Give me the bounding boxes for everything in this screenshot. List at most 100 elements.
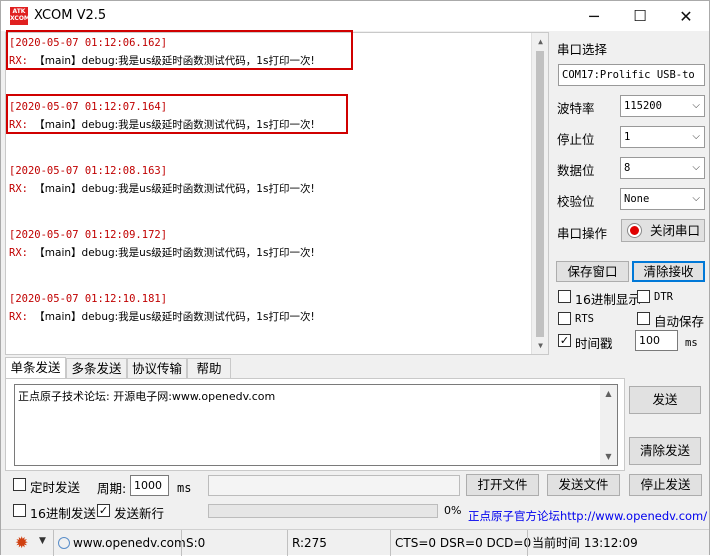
app-logo: ATK XCOM	[10, 7, 30, 25]
receive-timestamp: [2020-05-07 01:12:08.163]	[9, 165, 168, 177]
status-current-time: 当前时间 13:12:09	[527, 530, 707, 556]
status-received: R:275	[287, 530, 389, 556]
timestamp-label: 时间戳	[575, 336, 613, 351]
logo-text-top: ATK	[12, 8, 26, 15]
close-port-button[interactable]: 关闭串口	[621, 219, 705, 242]
receive-scrollbar[interactable]: ▲ ▼	[531, 33, 548, 354]
stop-send-button[interactable]: 停止发送	[629, 474, 702, 496]
receive-line: RX: 【main】debug:我是us级延时函数测试代码，1s打印一次!	[9, 309, 315, 324]
window-title: XCOM V2.5	[34, 8, 107, 23]
send-file-button[interactable]: 发送文件	[547, 474, 620, 496]
file-path-input[interactable]	[208, 475, 460, 496]
rts-checkbox[interactable]	[558, 312, 571, 325]
scroll-up-icon[interactable]: ▲	[600, 385, 617, 402]
status-bar: ✹ ▼ www.openedv.com S:0 R:275 CTS=0 DSR=…	[1, 529, 709, 556]
databits-label: 数据位	[557, 163, 595, 178]
title-bar: ATK XCOM XCOM V2.5 ─ ☐ ✕	[1, 1, 709, 31]
rx-prefix: RX:	[9, 247, 28, 259]
hex-send-label: 16进制发送	[30, 506, 96, 521]
timestamp-unit: ms	[685, 337, 698, 349]
baud-label: 波特率	[557, 101, 595, 116]
receive-timestamp: [2020-05-07 01:12:09.172]	[9, 229, 168, 241]
stopbits-label: 停止位	[557, 132, 595, 147]
clear-send-button[interactable]: 清除发送	[629, 437, 701, 465]
highlight-box	[6, 94, 348, 134]
hex-display-checkbox[interactable]	[558, 290, 571, 303]
stopbits-value: 1	[624, 131, 631, 143]
send-textarea[interactable]: 正点原子技术论坛: 开源电子网:www.openedv.com ▲ ▼	[14, 384, 618, 466]
minimize-button[interactable]: ─	[571, 1, 617, 31]
send-newline-label: 发送新行	[114, 506, 165, 521]
chevron-down-icon[interactable]: ▼	[39, 536, 46, 546]
stopbits-select[interactable]: 1 ⌵	[620, 126, 705, 148]
website-text: www.openedv.com	[73, 536, 186, 550]
receive-area[interactable]: [2020-05-07 01:12:06.162] RX: 【main】debu…	[5, 30, 549, 355]
port-value: COM17:Prolific USB-to	[562, 69, 695, 81]
globe-icon	[58, 537, 70, 549]
parity-value: None	[624, 193, 650, 205]
receive-line: RX: 【main】debug:我是us级延时函数测试代码，1s打印一次!	[9, 245, 315, 260]
port-status-icon	[628, 224, 641, 237]
maximize-button[interactable]: ☐	[617, 1, 663, 31]
receive-message: 【main】debug:我是us级延时函数测试代码，1s打印一次!	[34, 247, 315, 259]
databits-select[interactable]: 8 ⌵	[620, 157, 705, 179]
xcom-window: ATK XCOM XCOM V2.5 ─ ☐ ✕ [2020-05-07 01:1…	[0, 0, 710, 556]
autosave-checkbox[interactable]	[637, 312, 650, 325]
dtr-label: DTR	[654, 291, 673, 303]
chevron-down-icon: ⌵	[692, 131, 700, 142]
rx-prefix: RX:	[9, 311, 28, 323]
databits-value: 8	[624, 162, 631, 174]
receive-line: RX: 【main】debug:我是us级延时函数测试代码，1s打印一次!	[9, 181, 315, 196]
chevron-down-icon: ⌵	[692, 193, 700, 204]
send-scrollbar[interactable]: ▲ ▼	[600, 385, 617, 465]
official-forum-link[interactable]: 正点原子官方论坛http://www.openedv.com/	[468, 508, 707, 524]
autosave-label: 自动保存	[654, 314, 705, 329]
close-port-label: 关闭串口	[650, 223, 701, 238]
status-signals: CTS=0 DSR=0 DCD=0	[390, 530, 531, 556]
dtr-checkbox[interactable]	[637, 290, 650, 303]
clear-receive-button[interactable]: 清除接收	[632, 261, 705, 282]
progress-label: 0%	[444, 504, 462, 517]
receive-message: 【main】debug:我是us级延时函数测试代码，1s打印一次!	[34, 311, 315, 323]
rts-label: RTS	[575, 313, 594, 325]
send-button[interactable]: 发送	[629, 386, 701, 414]
send-text: 正点原子技术论坛: 开源电子网:www.openedv.com	[18, 390, 276, 403]
timed-send-label: 定时发送	[30, 480, 81, 495]
tab-help[interactable]: 帮助	[187, 358, 231, 380]
port-select[interactable]: COM17:Prolific USB-to	[558, 64, 705, 86]
gear-icon[interactable]: ✹	[15, 533, 28, 552]
chevron-down-icon: ⌵	[692, 162, 700, 173]
save-window-button[interactable]: 保存窗口	[556, 261, 629, 282]
port-op-label: 串口操作	[557, 226, 608, 241]
timestamp-input[interactable]: 100	[635, 330, 678, 351]
baud-select[interactable]: 115200 ⌵	[620, 95, 705, 117]
send-progress-bar	[208, 504, 438, 518]
status-sent: S:0	[181, 530, 286, 556]
close-button[interactable]: ✕	[663, 1, 709, 31]
status-website[interactable]: www.openedv.com	[53, 530, 186, 556]
hex-display-label: 16进制显示	[575, 292, 641, 307]
period-label: 周期:	[97, 481, 127, 496]
period-unit: ms	[177, 481, 192, 495]
timed-send-checkbox[interactable]	[13, 478, 26, 491]
scroll-down-icon[interactable]: ▼	[532, 337, 549, 354]
tab-protocol[interactable]: 协议传输	[127, 358, 187, 380]
scroll-up-icon[interactable]: ▲	[532, 33, 549, 50]
send-panel: 正点原子技术论坛: 开源电子网:www.openedv.com ▲ ▼	[5, 378, 625, 471]
parity-label: 校验位	[557, 194, 595, 209]
receive-message: 【main】debug:我是us级延时函数测试代码，1s打印一次!	[34, 183, 315, 195]
scroll-thumb[interactable]	[536, 51, 544, 337]
period-input[interactable]: 1000	[130, 475, 169, 496]
highlight-box	[6, 30, 353, 70]
logo-text-bottom: XCOM	[10, 15, 30, 22]
tab-multi-send[interactable]: 多条发送	[66, 358, 127, 380]
parity-select[interactable]: None ⌵	[620, 188, 705, 210]
timestamp-checkbox[interactable]: ✓	[558, 334, 571, 347]
hex-send-checkbox[interactable]	[13, 504, 26, 517]
tab-single-send[interactable]: 单条发送	[5, 357, 66, 380]
port-select-label: 串口选择	[557, 42, 608, 57]
rx-prefix: RX:	[9, 183, 28, 195]
send-newline-checkbox[interactable]: ✓	[97, 504, 110, 517]
scroll-down-icon[interactable]: ▼	[600, 448, 617, 465]
open-file-button[interactable]: 打开文件	[466, 474, 539, 496]
